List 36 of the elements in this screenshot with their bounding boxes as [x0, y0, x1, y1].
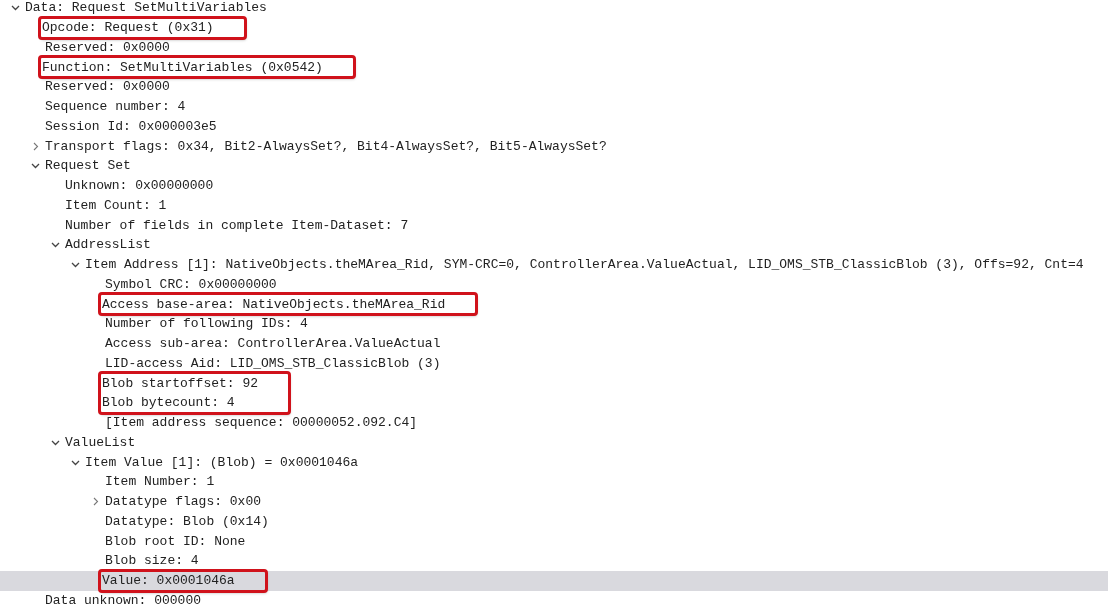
- tree-item[interactable]: Transport flags: 0x34, Bit2-AlwaysSet?, Bit4-AlwaysSet?, Bit5-AlwaysSet?: [45, 138, 608, 154]
- chevron-down-icon[interactable]: [50, 240, 60, 250]
- selected-tree-item[interactable]: Value: 0x0001046a: [102, 573, 236, 589]
- tree-item[interactable]: Data unknown: 000000: [45, 592, 203, 608]
- tree-item[interactable]: LID-access Aid: LID_OMS_STB_ClassicBlob (3): [105, 355, 442, 371]
- tree-item[interactable]: Access sub-area: ControllerArea.ValueActual: [105, 336, 442, 352]
- tree-item[interactable]: Sequence number: 4: [45, 99, 187, 115]
- tree-item[interactable]: Number of following IDs: 4: [105, 316, 309, 332]
- tree-item[interactable]: Blob size: 4: [105, 553, 200, 569]
- chevron-down-icon[interactable]: [30, 161, 40, 171]
- tree-item[interactable]: Number of fields in complete Item-Dataset: 7: [65, 217, 410, 233]
- tree-item[interactable]: Function: SetMultiVariables (0x0542): [42, 59, 324, 75]
- chevron-down-icon[interactable]: [10, 3, 20, 13]
- tree-item[interactable]: Access base-area: NativeObjects.theMArea_Rid: [102, 296, 447, 312]
- tree-item[interactable]: Datatype flags: 0x00: [105, 494, 263, 510]
- tree-item[interactable]: Blob root ID: None: [105, 533, 247, 549]
- tree-item[interactable]: ValueList: [65, 434, 137, 450]
- tree-item[interactable]: Item Count: 1: [65, 197, 168, 213]
- tree-item[interactable]: Data: Request SetMultiVariables: [25, 0, 268, 16]
- tree-item[interactable]: Reserved: 0x0000: [45, 39, 171, 55]
- tree-item[interactable]: Datatype: Blob (0x14): [105, 513, 270, 529]
- tree-item[interactable]: Blob bytecount: 4: [102, 395, 236, 411]
- tree-item[interactable]: Blob startoffset: 92: [102, 375, 260, 391]
- chevron-down-icon[interactable]: [70, 260, 80, 270]
- tree-item[interactable]: Opcode: Request (0x31): [42, 20, 215, 36]
- selected-row[interactable]: Value: 0x0001046a: [0, 570, 1108, 591]
- tree-item[interactable]: [Item address sequence: 00000052.092.C4]: [105, 415, 419, 431]
- tree-item[interactable]: Item Value [1]: (Blob) = 0x0001046a: [85, 454, 360, 470]
- tree-item[interactable]: Reserved: 0x0000: [45, 79, 171, 95]
- tree-item[interactable]: Item Address [1]: NativeObjects.theMArea_Rid, SYM-CRC=0, ControllerArea.ValueActual, LID_OMS_STB_ClassicBlob (3), Offs=92, Cnt=4: [85, 257, 1085, 273]
- tree-item[interactable]: Item Number: 1: [105, 474, 216, 490]
- tree-item[interactable]: Symbol CRC: 0x00000000: [105, 276, 278, 292]
- tree-item[interactable]: Session Id: 0x000003e5: [45, 118, 218, 134]
- tree-item[interactable]: AddressList: [65, 237, 152, 253]
- tree-item[interactable]: Request Set: [45, 158, 132, 174]
- tree-item[interactable]: Unknown: 0x00000000: [65, 178, 215, 194]
